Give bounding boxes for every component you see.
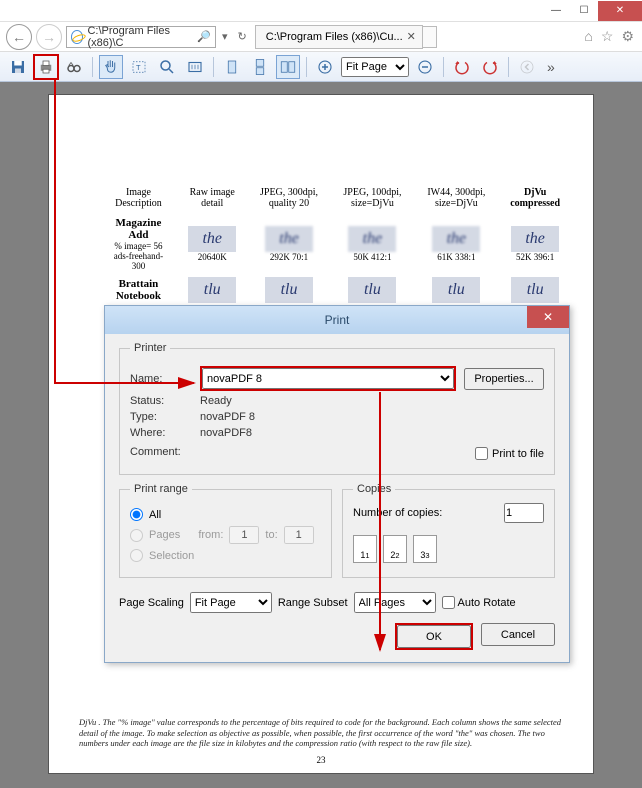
zoom-select[interactable]: Fit Page	[341, 57, 409, 77]
find-icon[interactable]	[62, 55, 86, 79]
tab-strip: C:\Program Files (x86)\Cu... ✕	[255, 25, 581, 49]
name-label: Name:	[130, 373, 192, 385]
dropdown-icon[interactable]: ▾	[220, 30, 230, 43]
where-value: novaPDF8	[200, 427, 252, 439]
print-to-file-checkbox[interactable]: Print to file	[475, 447, 544, 460]
rotate-right-icon[interactable]	[478, 55, 502, 79]
page-number: 23	[49, 755, 593, 765]
minimize-button[interactable]: —	[542, 1, 570, 21]
marquee-zoom-icon[interactable]	[183, 55, 207, 79]
forward-button[interactable]: →	[36, 24, 62, 50]
browser-navbar: ← → C:\Program Files (x86)\C 🔎 ▾ ↻ C:\Pr…	[0, 22, 642, 52]
document-footnote: DjVu . The "% image" value corresponds t…	[79, 717, 563, 749]
auto-rotate-checkbox[interactable]: Auto Rotate	[442, 596, 516, 609]
close-button[interactable]: ✕	[598, 1, 642, 21]
ok-button[interactable]: OK	[397, 625, 471, 648]
svg-text:T: T	[136, 63, 141, 72]
range-from-input[interactable]	[229, 526, 259, 544]
range-pages-radio[interactable]: Pages from: to:	[130, 526, 321, 544]
print-dialog: Print ✕ Printer Name: novaPDF 8 Properti…	[104, 305, 570, 663]
tab-close-icon[interactable]: ✕	[407, 30, 416, 43]
copies-input[interactable]	[504, 503, 544, 523]
continuous-page-icon[interactable]	[248, 55, 272, 79]
dialog-close-button[interactable]: ✕	[527, 306, 569, 328]
type-value: novaPDF 8	[200, 411, 255, 423]
prev-page-icon[interactable]	[515, 55, 539, 79]
rotate-left-icon[interactable]	[450, 55, 474, 79]
text-select-icon[interactable]: T	[127, 55, 151, 79]
toolbar-overflow-icon[interactable]: »	[547, 59, 555, 75]
maximize-button[interactable]: ☐	[570, 1, 598, 21]
search-icon[interactable]: 🔎	[197, 30, 211, 43]
zoom-tool-icon[interactable]	[155, 55, 179, 79]
zoom-out-icon[interactable]	[413, 55, 437, 79]
address-bar[interactable]: C:\Program Files (x86)\C 🔎	[66, 26, 216, 48]
properties-button[interactable]: Properties...	[464, 368, 544, 390]
comparison-table: Image Description Raw image detail JPEG,…	[99, 185, 573, 307]
facing-page-icon[interactable]	[276, 55, 300, 79]
pan-icon[interactable]	[99, 55, 123, 79]
favorites-icon[interactable]: ☆	[601, 28, 614, 45]
zoom-in-icon[interactable]	[313, 55, 337, 79]
back-button[interactable]: ←	[6, 24, 32, 50]
print-range-group: Print range All Pages from: to: Selectio…	[119, 483, 332, 578]
address-text: C:\Program Files (x86)\C	[87, 25, 193, 49]
refresh-icon[interactable]: ↻	[234, 30, 251, 43]
save-icon[interactable]	[6, 55, 30, 79]
collate-preview: 11 22 33	[353, 535, 544, 563]
range-to-input[interactable]	[284, 526, 314, 544]
ie-icon	[71, 30, 83, 44]
range-selection-radio[interactable]: Selection	[130, 549, 321, 562]
new-tab-button[interactable]	[423, 26, 437, 48]
dialog-titlebar[interactable]: Print ✕	[105, 306, 569, 334]
range-subset-select[interactable]: All Pages	[354, 592, 436, 613]
dialog-title: Print	[325, 313, 350, 327]
window-titlebar: — ☐ ✕	[0, 0, 642, 22]
printer-group: Printer Name: novaPDF 8 Properties... St…	[119, 342, 555, 475]
tab-label: C:\Program Files (x86)\Cu...	[266, 31, 403, 43]
single-page-icon[interactable]	[220, 55, 244, 79]
range-all-radio[interactable]: All	[130, 508, 321, 521]
page-scaling-select[interactable]: Fit Page	[190, 592, 272, 613]
home-icon[interactable]: ⌂	[584, 28, 592, 45]
settings-icon[interactable]: ⚙	[621, 28, 634, 45]
cancel-button[interactable]: Cancel	[481, 623, 555, 646]
print-icon[interactable]	[34, 55, 58, 79]
browser-tab[interactable]: C:\Program Files (x86)\Cu... ✕	[255, 25, 423, 49]
viewer-toolbar: T Fit Page »	[0, 52, 642, 82]
printer-name-select[interactable]: novaPDF 8	[202, 368, 454, 389]
status-value: Ready	[200, 395, 232, 407]
copies-group: Copies Number of copies: 11 22 33	[342, 483, 555, 578]
